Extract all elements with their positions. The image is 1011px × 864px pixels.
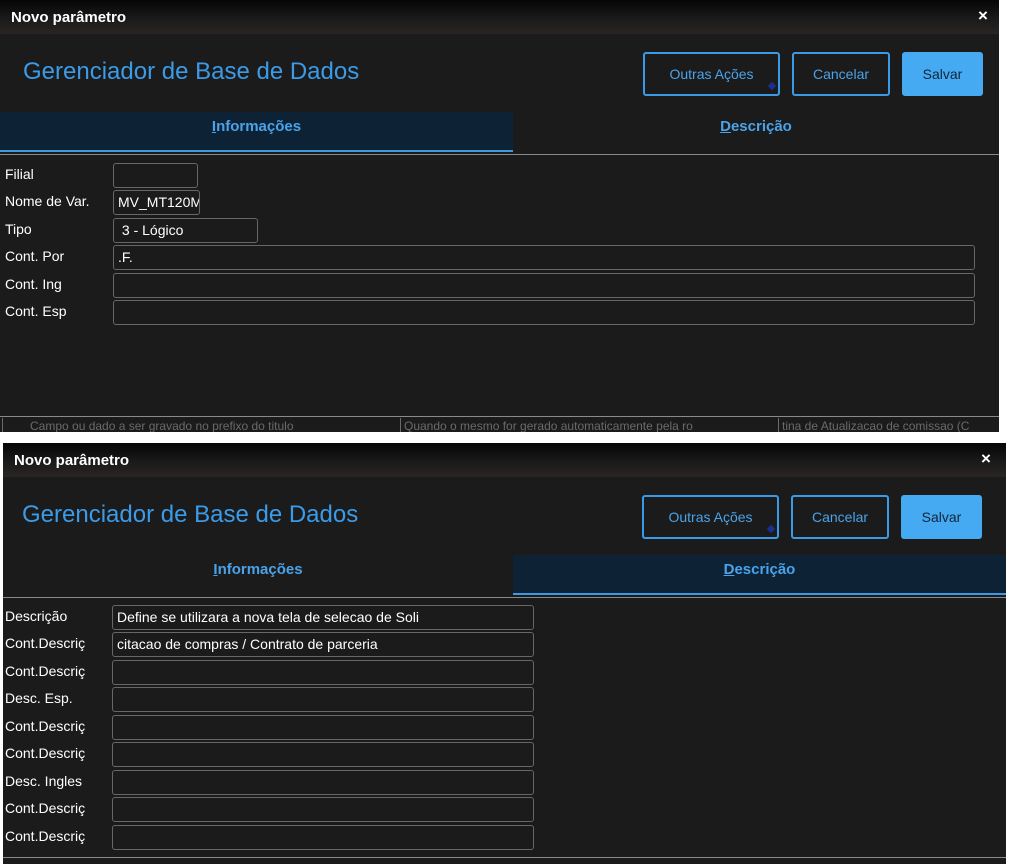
cont-ing-input[interactable] — [113, 273, 975, 298]
other-actions-button[interactable]: Outras Ações — [643, 52, 780, 96]
grid-line — [0, 416, 999, 417]
cont-descricao-label: Cont.Descriç — [5, 718, 86, 734]
cont-descricao-input[interactable] — [112, 660, 534, 685]
grid-column-line — [778, 418, 779, 432]
cancel-button[interactable]: Cancelar — [792, 52, 890, 96]
cont-descricao-input[interactable] — [112, 825, 534, 850]
dialog-title: Novo parâmetro — [14, 452, 130, 469]
cancel-button[interactable]: Cancelar — [791, 495, 889, 539]
desc-ingles-label: Desc. Ingles — [5, 773, 83, 789]
tipo-label: Tipo — [5, 221, 32, 237]
cont-ing-label: Cont. Ing — [5, 276, 62, 292]
background-cell: tina de Atualizacao de comissao (C — [782, 419, 970, 432]
dialog-titlebar: Novo parâmetro × — [0, 0, 999, 34]
dialog-title: Novo parâmetro — [11, 9, 127, 26]
close-icon[interactable]: × — [973, 6, 993, 26]
dialog-informacoes: Novo parâmetro × Gerenciador de Base de … — [0, 0, 999, 432]
cont-descricao-label: Cont.Descriç — [5, 745, 86, 761]
filial-input[interactable] — [113, 163, 198, 188]
app-title: Gerenciador de Base de Dados — [23, 58, 360, 85]
cont-por-input[interactable]: .F. — [113, 245, 975, 270]
tab-descricao-label: Descrição — [723, 561, 796, 578]
background-cell: Quando o mesmo for gerado automaticament… — [404, 419, 693, 432]
tab-informacoes[interactable]: Informações — [3, 555, 513, 595]
save-button[interactable]: Salvar — [902, 52, 983, 96]
tab-descricao-label: Descrição — [720, 118, 792, 135]
save-button[interactable]: Salvar — [901, 495, 982, 539]
cont-descricao-label: Cont.Descriç — [5, 828, 86, 844]
tab-descricao[interactable]: Descrição — [513, 555, 1006, 595]
close-icon[interactable]: × — [976, 449, 996, 469]
tab-bar: Informações Descrição — [0, 112, 999, 152]
tipo-select[interactable]: 3 - Lógico — [113, 218, 258, 243]
app-title: Gerenciador de Base de Dados — [22, 501, 359, 528]
tab-bar: Informações Descrição — [3, 555, 1006, 595]
dropdown-caret-icon — [766, 524, 776, 534]
tab-divider — [3, 597, 1006, 598]
descricao-label: Descrição — [5, 608, 68, 624]
cont-descricao-input[interactable] — [112, 715, 534, 740]
dialog-titlebar: Novo parâmetro × — [3, 443, 1006, 477]
descricao-input[interactable]: Define se utilizara a nova tela de selec… — [112, 605, 534, 630]
tab-divider — [0, 154, 999, 155]
cont-descricao-label: Cont.Descriç — [5, 663, 86, 679]
other-actions-button[interactable]: Outras Ações — [642, 495, 779, 539]
cont-descricao-label: Cont.Descriç — [5, 635, 86, 651]
desc-esp-label: Desc. Esp. — [5, 690, 73, 706]
cont-descricao-input[interactable] — [112, 797, 534, 822]
cont-descricao-input[interactable]: citacao de compras / Contrato de parceri… — [112, 632, 534, 657]
other-actions-label: Outras Ações — [668, 509, 753, 525]
filial-label: Filial — [5, 166, 34, 182]
background-cell: Campo ou dado a ser gravado no prefixo d… — [30, 419, 294, 432]
grid-column-line — [2, 418, 3, 432]
cont-descricao-label: Cont.Descriç — [5, 800, 86, 816]
panel-bottom-line — [3, 857, 1006, 858]
tab-informacoes-label: Informações — [213, 561, 303, 578]
cont-esp-input[interactable] — [113, 300, 975, 325]
cont-esp-label: Cont. Esp — [5, 303, 67, 319]
cont-por-label: Cont. Por — [5, 248, 65, 264]
other-actions-label: Outras Ações — [669, 66, 754, 82]
desc-ingles-input[interactable] — [112, 770, 534, 795]
tab-informacoes[interactable]: Informações — [0, 112, 513, 152]
dropdown-caret-icon — [767, 81, 777, 91]
nome-var-input[interactable]: MV_MT120M — [113, 190, 200, 215]
tab-informacoes-label: Informações — [211, 118, 302, 135]
desc-esp-input[interactable] — [112, 687, 534, 712]
nome-var-label: Nome de Var. — [5, 193, 90, 209]
grid-column-line — [400, 418, 401, 432]
cont-descricao-input[interactable] — [112, 742, 534, 767]
dialog-descricao: Novo parâmetro × Gerenciador de Base de … — [3, 443, 1006, 864]
tab-descricao[interactable]: Descrição — [513, 112, 999, 152]
